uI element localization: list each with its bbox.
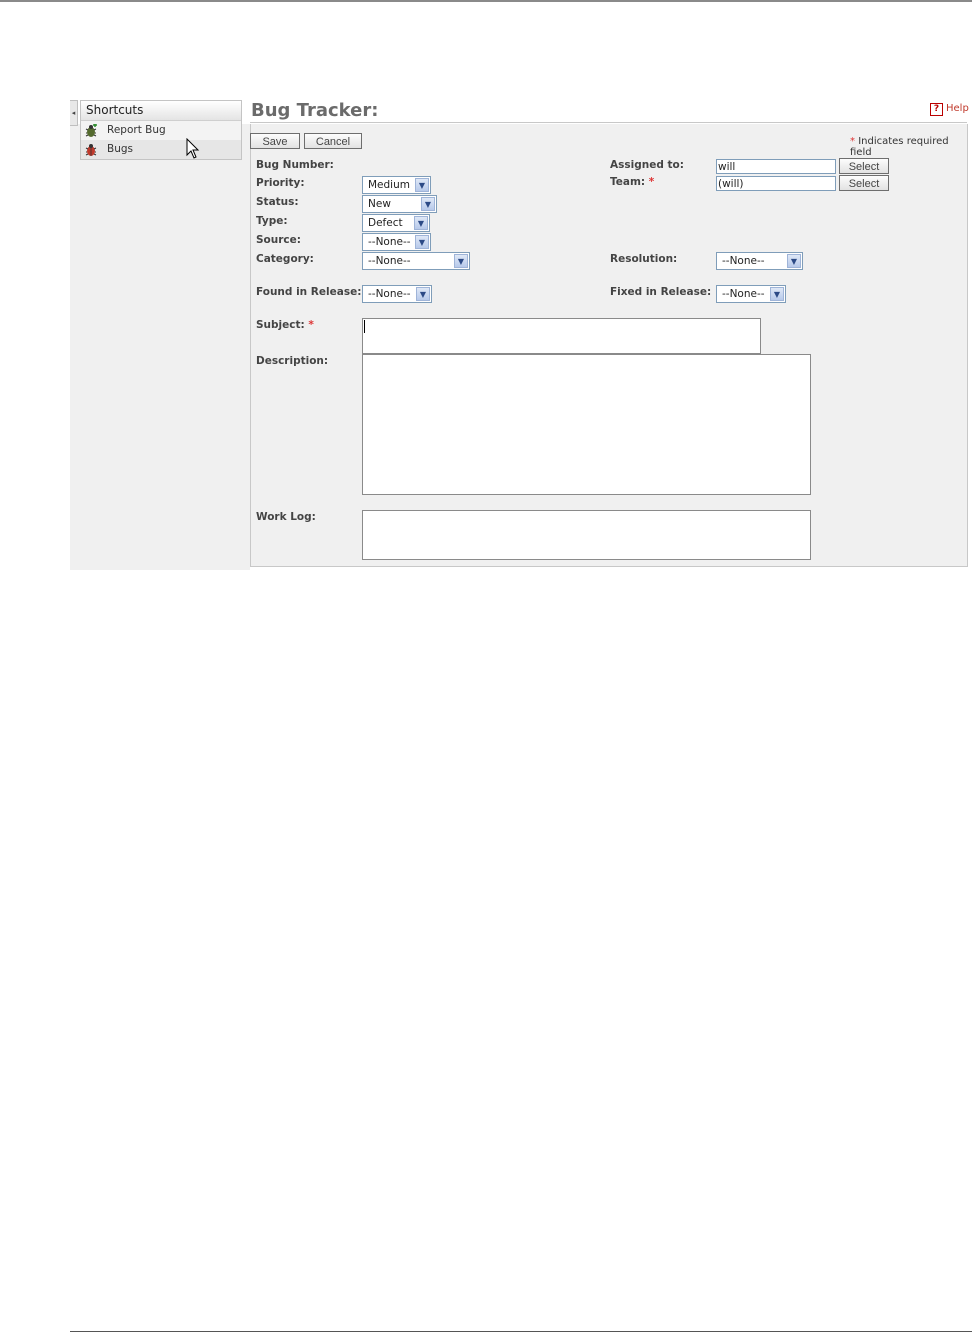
description-label: Description: [256, 355, 329, 367]
category-label: Category: [256, 253, 314, 265]
team-input[interactable]: (will) [716, 176, 836, 191]
title-divider [250, 122, 967, 123]
shortcuts-panel: Shortcuts Report Bug Bugs [80, 100, 242, 160]
team-required-star: * [648, 176, 655, 188]
shortcut-report-bug-label: Report Bug [107, 124, 166, 136]
team-label: Team: * [610, 176, 654, 188]
top-page-rule [0, 0, 972, 2]
bottom-page-rule [70, 1331, 972, 1332]
save-button[interactable]: Save [250, 133, 300, 149]
help-link[interactable]: ? Help [930, 103, 969, 116]
subject-label-text: Subject: [256, 319, 305, 331]
resolution-label: Resolution: [610, 253, 678, 265]
help-label: Help [946, 103, 969, 114]
bug-number-label: Bug Number: [256, 159, 334, 171]
subject-required-star: * [308, 319, 314, 331]
text-caret [364, 320, 365, 333]
required-note-text: Indicates required field [850, 136, 949, 158]
sidebar-background [70, 124, 250, 570]
status-select[interactable]: New ▼ [362, 195, 437, 213]
sidebar-collapse-handle[interactable]: ◂ [70, 100, 78, 126]
chevron-down-icon[interactable]: ▼ [416, 287, 430, 301]
fixed-in-release-select[interactable]: --None-- ▼ [716, 285, 786, 303]
bug-icon [85, 144, 97, 156]
priority-select[interactable]: Medium ▼ [362, 176, 431, 194]
subject-label: Subject: * [256, 319, 314, 331]
priority-value: Medium [368, 179, 410, 191]
found-in-release-select[interactable]: --None-- ▼ [362, 285, 432, 303]
collapse-arrow-icon: ◂ [71, 109, 76, 117]
source-value: --None-- [368, 236, 411, 248]
found-in-release-value: --None-- [368, 288, 411, 300]
assigned-to-label: Assigned to: [610, 159, 684, 171]
cancel-button[interactable]: Cancel [304, 133, 362, 149]
assigned-to-input[interactable]: will [716, 159, 836, 174]
subject-input[interactable] [362, 318, 761, 354]
assigned-to-select-button[interactable]: Select [839, 158, 889, 174]
type-select[interactable]: Defect ▼ [362, 214, 430, 232]
source-label: Source: [256, 234, 301, 246]
status-label: Status: [256, 196, 299, 208]
chevron-down-icon[interactable]: ▼ [421, 197, 435, 211]
mouse-pointer-icon [186, 138, 200, 159]
found-in-release-label: Found in Release: [256, 286, 362, 298]
type-value: Defect [368, 217, 403, 229]
chevron-down-icon[interactable]: ▼ [415, 178, 429, 192]
page-title: Bug Tracker: [251, 100, 379, 121]
team-select-button[interactable]: Select [839, 175, 889, 191]
chevron-down-icon[interactable]: ▼ [787, 254, 801, 268]
source-select[interactable]: --None-- ▼ [362, 233, 431, 251]
work-log-textarea[interactable] [362, 510, 811, 560]
status-value: New [368, 198, 391, 210]
chevron-down-icon[interactable]: ▼ [415, 235, 429, 249]
category-select[interactable]: --None-- ▼ [362, 252, 470, 270]
description-textarea[interactable] [362, 354, 811, 495]
chevron-down-icon[interactable]: ▼ [414, 216, 428, 230]
shortcut-bugs-label: Bugs [107, 143, 133, 155]
resolution-select[interactable]: --None-- ▼ [716, 252, 803, 270]
chevron-down-icon[interactable]: ▼ [770, 287, 784, 301]
required-star: * [850, 136, 855, 147]
required-field-note: * Indicates required field [850, 136, 972, 158]
chevron-down-icon[interactable]: ▼ [454, 254, 468, 268]
shortcuts-title: Shortcuts [81, 101, 241, 121]
bug-add-icon [85, 124, 97, 137]
shortcut-report-bug[interactable]: Report Bug [81, 121, 241, 140]
priority-label: Priority: [256, 177, 305, 189]
team-label-text: Team: [610, 176, 646, 188]
type-label: Type: [256, 215, 288, 227]
fixed-in-release-label: Fixed in Release: [610, 286, 712, 298]
resolution-value: --None-- [722, 255, 765, 267]
shortcut-bugs[interactable]: Bugs [81, 140, 241, 159]
work-log-label: Work Log: [256, 511, 316, 523]
fixed-in-release-value: --None-- [722, 288, 765, 300]
help-icon: ? [930, 103, 943, 116]
category-value: --None-- [368, 255, 411, 267]
